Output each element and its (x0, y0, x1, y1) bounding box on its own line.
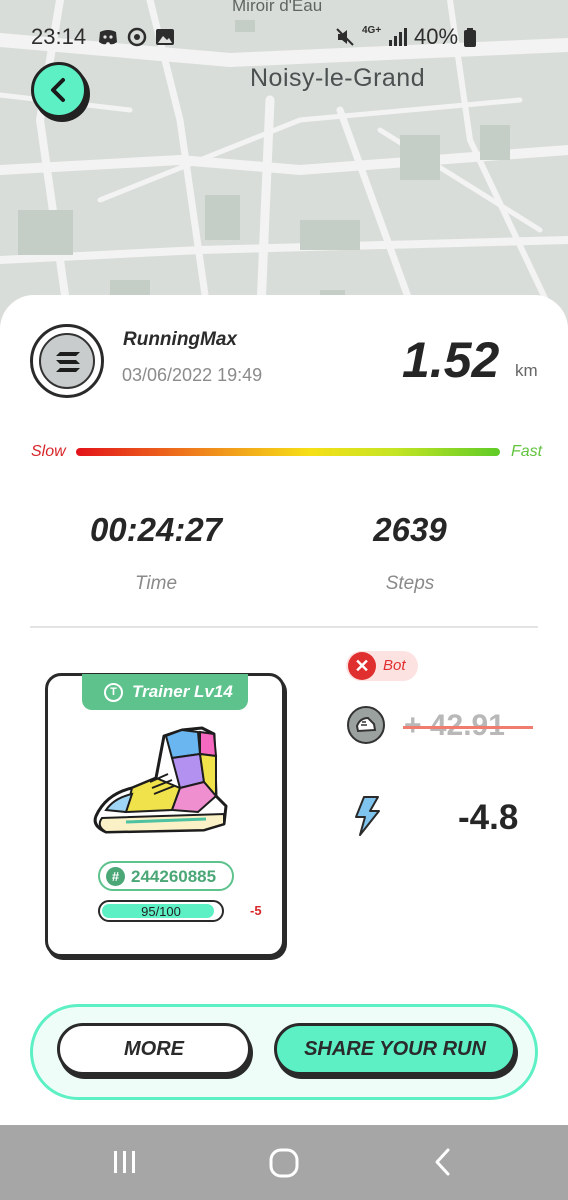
signal-icon (389, 28, 407, 46)
status-bar: 23:14 4G+ 40% (0, 20, 568, 56)
distance-value: 1.52 (402, 332, 500, 388)
map-label: Miroir d'Eau (232, 0, 323, 15)
durability-change: -5 (250, 903, 262, 918)
durability-bar: 95/100 (98, 900, 224, 922)
sneaker-type-tag: T Trainer Lv14 (82, 674, 248, 710)
sneaker-id-number: 244260885 (131, 867, 217, 886)
hash-icon: # (106, 867, 125, 886)
close-circle-icon: ✕ (348, 652, 376, 680)
map-city-label: Noisy-le-Grand (250, 64, 426, 92)
steps-value: 2639 (373, 511, 447, 548)
recent-apps-icon[interactable] (110, 1147, 140, 1177)
energy-change: -4.8 (458, 798, 519, 837)
earned-strikethrough (403, 726, 533, 729)
run-datetime: 03/06/2022 19:49 (122, 365, 263, 385)
action-bar: MORE SHARE YOUR RUN (30, 1004, 538, 1100)
speed-slow-label: Slow (31, 443, 66, 460)
run-result-sheet: RunningMax 03/06/2022 19:49 1.52 km Slow… (0, 295, 568, 1125)
back-button[interactable] (31, 62, 87, 118)
battery-percentage: 40% (414, 24, 459, 49)
sync-icon (127, 27, 147, 47)
system-nav-bar (0, 1125, 568, 1200)
sneaker-id: # 244260885 (98, 861, 234, 891)
time-label: Time (134, 573, 178, 594)
lightning-icon (355, 796, 380, 836)
share-run-button[interactable]: SHARE YOUR RUN (274, 1023, 516, 1075)
bot-badge: ✕ Bot (346, 651, 418, 681)
back-nav-icon[interactable] (430, 1147, 456, 1177)
durability-text: 95/100 (141, 904, 181, 919)
battery-icon (464, 28, 476, 47)
home-icon[interactable] (268, 1147, 300, 1179)
sneaker-card[interactable]: T Trainer Lv14 # 244260885 95/100 -5 (45, 673, 285, 957)
more-button[interactable]: MORE (57, 1023, 251, 1075)
status-time: 23:14 (31, 24, 87, 49)
chevron-left-icon (51, 78, 65, 102)
bot-label: Bot (383, 657, 406, 674)
speed-fast-label: Fast (511, 443, 543, 460)
divider (30, 626, 538, 628)
username: RunningMax (123, 329, 237, 350)
gallery-icon (156, 29, 174, 45)
discord-icon (99, 30, 117, 45)
avatar (30, 324, 104, 398)
solana-logo-icon (39, 333, 95, 389)
steps-label: Steps (385, 573, 435, 594)
time-value: 00:24:27 (89, 511, 223, 548)
speed-gradient-bar (76, 448, 500, 456)
network-icon: 4G+ (362, 25, 382, 36)
sneaker-type-label: Trainer Lv14 (132, 682, 233, 701)
sneaker-image (93, 726, 228, 834)
gst-coin-icon (347, 706, 385, 744)
distance-unit: km (515, 361, 538, 380)
mute-icon (336, 28, 354, 46)
trainer-icon: T (104, 683, 123, 702)
